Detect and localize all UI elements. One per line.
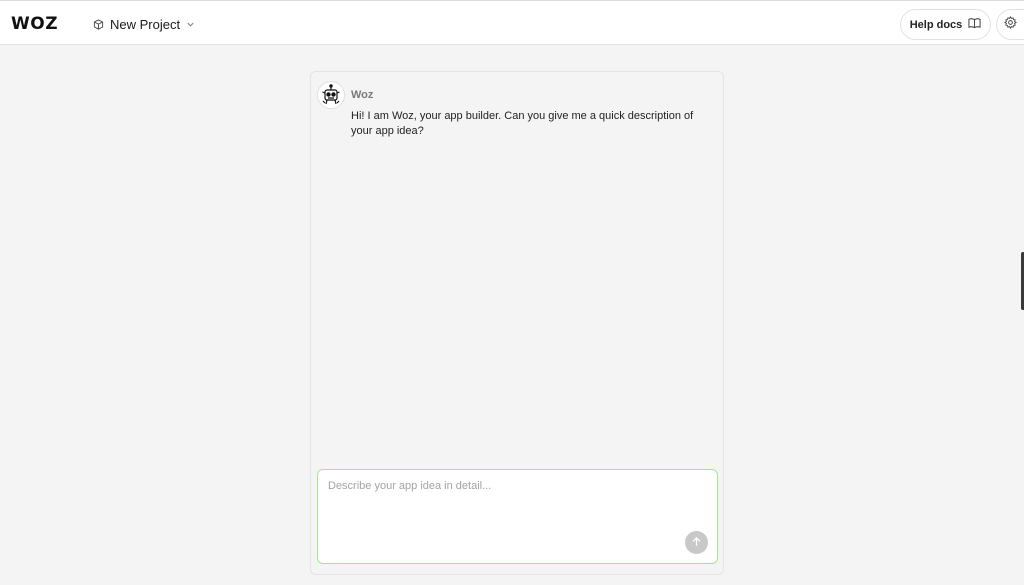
gear-icon xyxy=(1004,15,1017,34)
help-docs-label: Help docs xyxy=(909,18,963,31)
project-selector[interactable]: New Project xyxy=(93,15,195,33)
top-bar: WOZ New Project Help docs xyxy=(0,0,1024,45)
book-icon xyxy=(968,17,981,32)
composer xyxy=(317,469,718,564)
project-name: New Project xyxy=(110,16,181,32)
message-text: Hi! I am Woz, your app builder. Can you … xyxy=(351,110,694,137)
robot-avatar-icon xyxy=(317,81,345,109)
chat-panel: Woz Hi! I am Woz, your app builder. Can … xyxy=(310,71,724,575)
app-idea-input[interactable] xyxy=(318,470,717,563)
message-sender: Woz xyxy=(351,89,374,101)
cube-icon xyxy=(93,18,104,30)
send-button[interactable] xyxy=(685,531,708,554)
arrow-up-icon xyxy=(691,534,702,552)
settings-button[interactable] xyxy=(996,9,1024,40)
help-docs-button[interactable]: Help docs xyxy=(900,9,991,40)
chevron-down-icon xyxy=(186,20,195,29)
woz-logo[interactable]: WOZ xyxy=(11,14,58,34)
